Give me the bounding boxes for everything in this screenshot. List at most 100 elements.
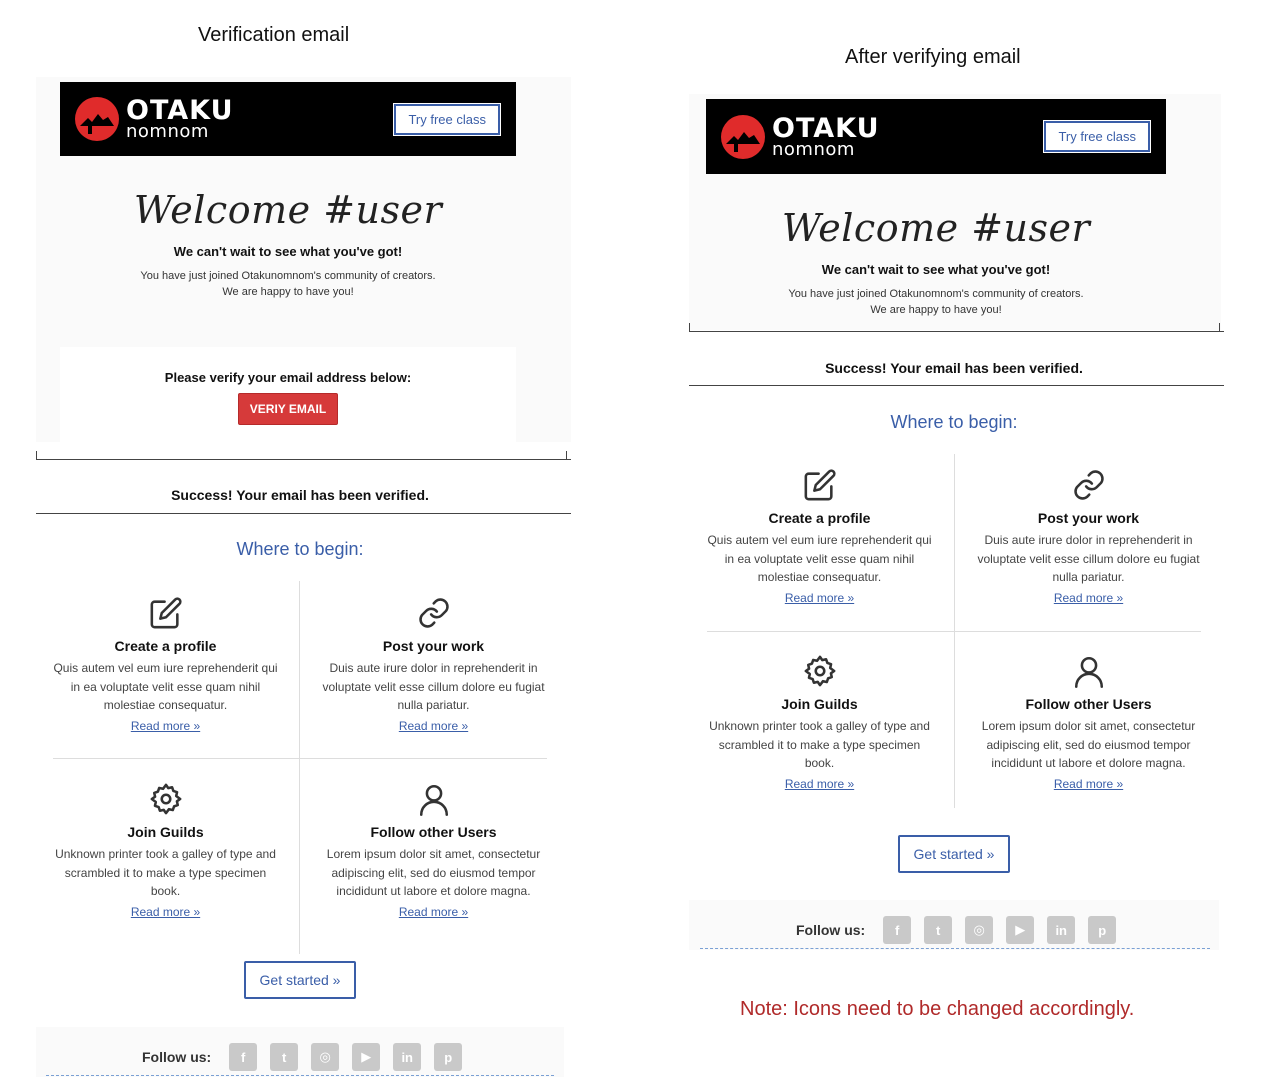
grid-divider-horizontal: [53, 758, 547, 759]
pinterest-icon[interactable]: p: [434, 1043, 463, 1071]
instagram-icon[interactable]: ◎: [311, 1043, 340, 1071]
logo-sub-text: nomnom: [772, 138, 855, 160]
user-icon: [419, 784, 448, 816]
brand-logo: OTAKU nomnom: [74, 96, 234, 142]
try-free-class-button[interactable]: Try free class: [393, 102, 501, 136]
twitter-icon[interactable]: t: [924, 916, 953, 944]
welcome-line-2: We are happy to have you!: [222, 286, 354, 298]
pinterest-icon[interactable]: p: [1088, 916, 1117, 944]
begin-item-desc: Quis autem vel eum iure reprehenderit qu…: [53, 661, 278, 712]
begin-item-desc: Quis autem vel eum iure reprehenderit qu…: [707, 533, 932, 584]
read-more-link[interactable]: Read more »: [399, 719, 468, 733]
read-more-link[interactable]: Read more »: [1054, 591, 1123, 605]
footer-dashed-line: [700, 948, 1210, 949]
begin-item-title: Join Guilds: [781, 696, 858, 712]
where-to-begin-section: Where to begin: Create a profile Quis au…: [36, 514, 564, 1027]
verify-section: Please verify your email address below: …: [60, 347, 516, 442]
begin-item-post-work: Post your work Duis aute irure dolor in …: [321, 596, 546, 735]
welcome-section: Welcome #user We can't wait to see what …: [706, 174, 1166, 330]
sun-logo-icon: [75, 97, 119, 141]
begin-item-title: Follow other Users: [1025, 696, 1152, 712]
welcome-line-1: You have just joined Otakunomnom's commu…: [788, 288, 1084, 300]
verify-email-button[interactable]: VERIY EMAIL: [237, 393, 339, 425]
begin-item-title: Create a profile: [114, 638, 217, 654]
begin-item-desc: Duis aute irure dolor in reprehenderit i…: [322, 661, 545, 712]
verify-label: Please verify your email address below:: [164, 370, 412, 385]
user-icon: [1074, 656, 1103, 688]
begin-item-desc: Unknown printer took a galley of type an…: [55, 847, 276, 898]
divider-tick: [36, 451, 37, 459]
where-to-begin-title: Where to begin:: [890, 412, 1018, 432]
divider-line: [36, 459, 571, 460]
begin-item-create-profile: Create a profile Quis autem vel eum iure…: [53, 596, 278, 735]
begin-item-title: Post your work: [1037, 510, 1140, 526]
begin-item-desc: Lorem ipsum dolor sit amet, consectetur …: [326, 847, 541, 898]
sun-logo-icon: [721, 114, 765, 159]
begin-item-desc: Duis aute irure dolor in reprehenderit i…: [977, 533, 1200, 584]
gear-icon: [150, 783, 181, 815]
youtube-icon[interactable]: ▶: [1006, 916, 1035, 944]
begin-item-join-guilds: Join Guilds Unknown printer took a galle…: [707, 654, 932, 793]
success-message: Success! Your email has been verified.: [825, 360, 1083, 376]
welcome-line-2: We are happy to have you!: [870, 304, 1002, 316]
read-more-link[interactable]: Read more »: [131, 905, 200, 919]
get-started-button[interactable]: Get started »: [898, 835, 1010, 873]
read-more-link[interactable]: Read more »: [785, 591, 854, 605]
link-icon: [1073, 470, 1104, 500]
linkedin-icon[interactable]: in: [1047, 916, 1076, 944]
divider-tick: [566, 451, 567, 459]
begin-item-follow-users: Follow other Users Lorem ipsum dolor sit…: [976, 654, 1201, 793]
caption-after-verifying: After verifying email: [845, 46, 1021, 68]
begin-item-title: Follow other Users: [370, 824, 497, 840]
twitter-icon[interactable]: t: [270, 1043, 299, 1071]
begin-item-desc: Lorem ipsum dolor sit amet, consectetur …: [981, 719, 1196, 770]
grid-divider-vertical: [299, 581, 300, 954]
facebook-icon[interactable]: f: [883, 916, 912, 944]
begin-item-desc: Unknown printer took a galley of type an…: [709, 719, 930, 770]
where-to-begin-title: Where to begin:: [236, 539, 364, 559]
begin-item-create-profile: Create a profile Quis autem vel eum iure…: [707, 468, 932, 607]
youtube-icon[interactable]: ▶: [352, 1043, 381, 1071]
follow-us-label: Follow us:: [142, 1049, 212, 1065]
logo-sub-text: nomnom: [126, 121, 209, 142]
get-started-button[interactable]: Get started »: [244, 961, 356, 999]
brand-logo: OTAKU nomnom: [720, 114, 880, 160]
divider-line: [689, 331, 1224, 332]
begin-item-post-work: Post your work Duis aute irure dolor in …: [976, 468, 1201, 607]
divider-tick: [1219, 323, 1220, 331]
welcome-text: You have just joined Otakunomnom's commu…: [60, 268, 516, 300]
footer-dashed-line: [46, 1075, 554, 1076]
edit-icon: [804, 469, 836, 501]
follow-us-row: Follow us: f t ◎ ▶ in p: [142, 1043, 475, 1071]
facebook-icon[interactable]: f: [229, 1043, 258, 1071]
welcome-subtitle: We can't wait to see what you've got!: [821, 262, 1051, 277]
welcome-subtitle: We can't wait to see what you've got!: [173, 244, 403, 259]
linkedin-icon[interactable]: in: [393, 1043, 422, 1071]
where-to-begin-section: Where to begin: Create a profile Quis au…: [689, 386, 1219, 900]
logo-main-text: OTAKU: [126, 95, 234, 126]
begin-item-follow-users: Follow other Users Lorem ipsum dolor sit…: [321, 782, 546, 921]
gear-icon: [804, 655, 835, 687]
read-more-link[interactable]: Read more »: [131, 719, 200, 733]
success-message: Success! Your email has been verified.: [171, 487, 429, 503]
edit-icon: [150, 597, 182, 629]
grid-divider-horizontal: [707, 631, 1201, 632]
begin-item-title: Post your work: [382, 638, 485, 654]
read-more-link[interactable]: Read more »: [399, 905, 468, 919]
divider-tick: [689, 323, 690, 331]
read-more-link[interactable]: Read more »: [785, 777, 854, 791]
instagram-icon[interactable]: ◎: [965, 916, 994, 944]
design-note: Note: Icons need to be changed according…: [740, 998, 1135, 1020]
follow-us-label: Follow us:: [796, 922, 866, 938]
email-header: OTAKU nomnom Try free class: [60, 82, 516, 156]
begin-item-title: Join Guilds: [127, 824, 204, 840]
welcome-text: You have just joined Otakunomnom's commu…: [706, 286, 1166, 318]
welcome-title: Welcome #user: [781, 206, 1091, 250]
read-more-link[interactable]: Read more »: [1054, 777, 1123, 791]
try-free-class-button[interactable]: Try free class: [1043, 120, 1151, 153]
welcome-line-1: You have just joined Otakunomnom's commu…: [140, 270, 436, 282]
begin-item-join-guilds: Join Guilds Unknown printer took a galle…: [53, 782, 278, 921]
welcome-section: Welcome #user We can't wait to see what …: [60, 156, 516, 346]
caption-verification-email: Verification email: [198, 24, 350, 46]
follow-us-row: Follow us: f t ◎ ▶ in p: [796, 916, 1129, 944]
